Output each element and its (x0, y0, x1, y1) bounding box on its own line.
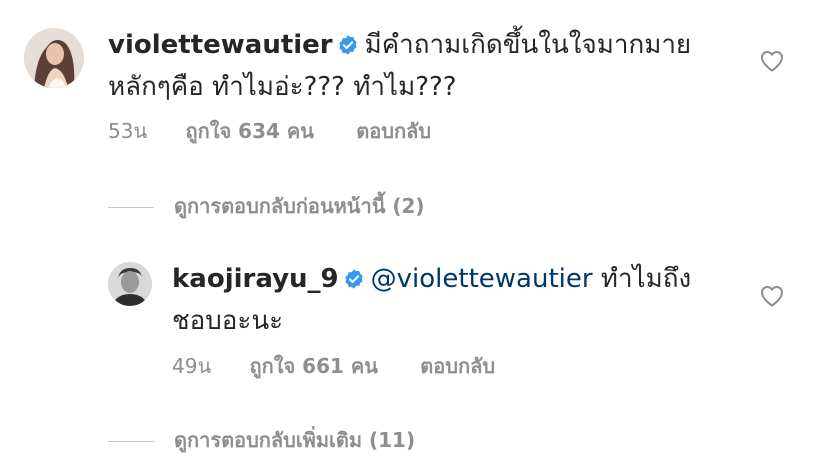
likes-count[interactable]: ถูกใจ 634 คน (185, 115, 313, 147)
timestamp: 49น (172, 354, 212, 378)
avatar[interactable] (108, 262, 152, 306)
heart-outline-icon[interactable] (760, 50, 784, 76)
comment-meta: 53น ถูกใจ 634 คน ตอบกลับ (108, 115, 431, 147)
username[interactable]: kaojirayu_9 (172, 264, 339, 294)
verified-badge-icon (343, 263, 365, 302)
comment-body: มีคำถามเกิดขึ้นในใจมากมาย (364, 30, 692, 60)
likes-count[interactable]: ถูกใจ 661 คน (249, 350, 377, 382)
view-more-replies-button[interactable]: ดูการตอบกลับเพิ่มเติม (11) (108, 424, 415, 456)
comment-line-1: kaojirayu_9 @violettewautier ทำไมถึง (172, 260, 691, 302)
comment-body: ทำไมถึง (592, 264, 692, 294)
divider-line (108, 441, 154, 442)
comment-text: violettewautier มีคำถามเกิดขึ้นในใจมากมาย… (108, 26, 691, 107)
reply-button[interactable]: ตอบกลับ (356, 115, 431, 147)
heart-outline-icon[interactable] (760, 285, 784, 311)
view-replies-label: ดูการตอบกลับก่อนหน้านี้ (2) (174, 194, 425, 218)
timestamp: 53น (108, 119, 148, 143)
divider-line (108, 207, 154, 208)
comment-meta: 49น ถูกใจ 661 คน ตอบกลับ (172, 350, 495, 382)
avatar[interactable] (24, 28, 84, 88)
comment-line-1: violettewautier มีคำถามเกิดขึ้นในใจมากมาย (108, 26, 691, 68)
comment-line-2: ชอบอะนะ (172, 306, 284, 336)
username[interactable]: violettewautier (108, 30, 333, 60)
view-previous-replies-button[interactable]: ดูการตอบกลับก่อนหน้านี้ (2) (108, 190, 425, 222)
comment-line-2: หลักๆคือ ทำไมอ่ะ??? ทำไม??? (108, 72, 457, 102)
mention-link[interactable]: @violettewautier (371, 264, 593, 294)
comment-text: kaojirayu_9 @violettewautier ทำไมถึง ชอบอ… (172, 260, 691, 341)
reply-button[interactable]: ตอบกลับ (420, 350, 495, 382)
verified-badge-icon (337, 29, 359, 68)
view-replies-label: ดูการตอบกลับเพิ่มเติม (11) (174, 428, 416, 452)
